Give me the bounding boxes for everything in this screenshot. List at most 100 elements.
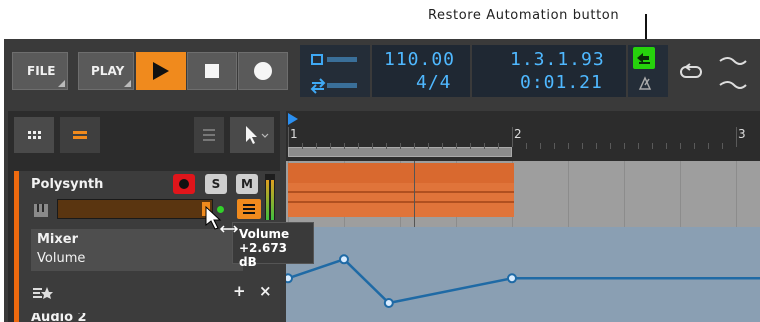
track-name[interactable]: Polysynth (31, 177, 103, 192)
solo-button[interactable]: S (205, 174, 227, 194)
ruler-tick (638, 143, 639, 149)
ruler-tick (554, 143, 555, 149)
play-mode-corner-icon (124, 80, 131, 87)
timeline-ruler[interactable]: 1 2 3 (286, 111, 760, 161)
callout-label: Restore Automation button (428, 8, 620, 23)
automation-curve[interactable] (286, 161, 760, 322)
ruler-tick (722, 143, 723, 149)
tooltip-value: +2.673 dB (239, 241, 288, 269)
restore-automation-icon (637, 53, 650, 64)
mute-button[interactable]: M (236, 174, 258, 194)
ruler-tick (498, 143, 499, 149)
record-button[interactable] (238, 52, 288, 90)
file-button[interactable]: FILE (12, 52, 68, 90)
playhead-marker-icon[interactable] (288, 113, 300, 125)
bar-1-label: 1 (290, 127, 298, 141)
daw-window: FILE PLAY 110.00 4/4 1.3.1.93 0:01.21 Po… (4, 39, 760, 322)
sync-panel (300, 45, 370, 97)
ruler-tick (610, 143, 611, 149)
ruler-tick (414, 143, 415, 149)
track-menu-button[interactable] (194, 117, 224, 153)
file-button-label: FILE (27, 64, 56, 78)
record-arm-button[interactable] (173, 174, 195, 194)
ruler-tick (694, 143, 695, 149)
automation-line[interactable] (287, 257, 760, 305)
loop-icon[interactable] (680, 63, 704, 81)
ruler-tick (568, 143, 569, 149)
ruler-tick (582, 143, 583, 149)
list-view-button[interactable] (60, 117, 100, 153)
tempo-value[interactable]: 110.00 (384, 49, 455, 70)
ruler-tick (512, 127, 513, 147)
record-icon (254, 62, 272, 80)
ruler-tick (358, 143, 359, 149)
play-icon (153, 62, 169, 80)
volume-slider[interactable] (57, 199, 213, 219)
ruler-tick (316, 143, 317, 149)
level-meter (265, 174, 275, 220)
ruler-tick (484, 143, 485, 149)
ruler-tick (596, 143, 597, 149)
pointer-tool-button[interactable] (230, 117, 274, 153)
transport-bar: FILE PLAY 110.00 4/4 1.3.1.93 0:01.21 (4, 39, 760, 103)
play-mode-label: PLAY (91, 64, 125, 78)
next-track-name[interactable]: Audio 2 (31, 313, 87, 322)
mouse-cursor-icon (205, 205, 239, 233)
tempo-display[interactable]: 110.00 4/4 (372, 45, 470, 97)
ruler-tick (652, 143, 653, 149)
ruler-tick (680, 143, 681, 149)
ruler-tick (708, 143, 709, 149)
favorite-lanes-icon[interactable] (33, 286, 53, 300)
automation-point[interactable] (286, 273, 293, 284)
ruler-tick (428, 143, 429, 149)
automation-controls (628, 45, 668, 97)
close-lane-button[interactable]: × (259, 282, 272, 300)
record-arm-icon (179, 179, 189, 189)
ruler-tick (400, 143, 401, 149)
list-menu-icon (203, 129, 215, 141)
automation-point[interactable] (339, 254, 349, 265)
pointer-icon (246, 126, 269, 144)
grid-icon (28, 131, 41, 139)
automation-point[interactable] (383, 298, 394, 308)
metronome-icon[interactable] (637, 75, 653, 91)
ruler-tick (330, 143, 331, 149)
stop-icon (205, 64, 219, 78)
automation-point[interactable] (507, 273, 517, 284)
arranger[interactable]: 1 2 3 (286, 111, 760, 322)
ruler-tick (372, 143, 373, 149)
position-beats: 1.3.1.93 (510, 49, 605, 70)
bar-3-label: 3 (738, 127, 746, 141)
play-mode-button[interactable]: PLAY (78, 52, 134, 90)
file-menu-corner-icon (58, 80, 65, 87)
piano-icon (34, 204, 48, 217)
ruler-tick (540, 143, 541, 149)
ruler-tick (470, 143, 471, 149)
ruler-tick (624, 143, 625, 149)
grid-view-button[interactable] (14, 117, 54, 153)
mixer-label: Mixer (37, 232, 79, 247)
bar-2-label: 2 (514, 127, 522, 141)
ruler-tick (386, 143, 387, 149)
ruler-tick (344, 143, 345, 149)
value-tooltip: Volume +2.673 dB (232, 222, 314, 269)
time-signature-value[interactable]: 4/4 (416, 72, 452, 93)
automation-lane-header[interactable]: Mixer Volume (31, 229, 243, 271)
add-lane-button[interactable]: + (233, 282, 246, 300)
play-button[interactable] (136, 52, 186, 90)
track-audio-2[interactable]: Audio 2 (14, 313, 280, 322)
ruler-tick (736, 127, 737, 147)
ruler-tick (302, 143, 303, 149)
position-display[interactable]: 1.3.1.93 0:01.21 (472, 45, 626, 97)
punch-icon[interactable] (718, 51, 748, 91)
ruler-tick (666, 143, 667, 149)
ruler-tick (288, 127, 289, 147)
stop-button[interactable] (187, 52, 237, 90)
ruler-tick (526, 143, 527, 149)
ruler-tick (456, 143, 457, 149)
tooltip-title: Volume (239, 227, 290, 241)
restore-automation-button[interactable] (633, 47, 655, 69)
list-icon (73, 131, 87, 139)
loop-punch-controls (670, 45, 760, 97)
sync-icons (310, 54, 357, 94)
